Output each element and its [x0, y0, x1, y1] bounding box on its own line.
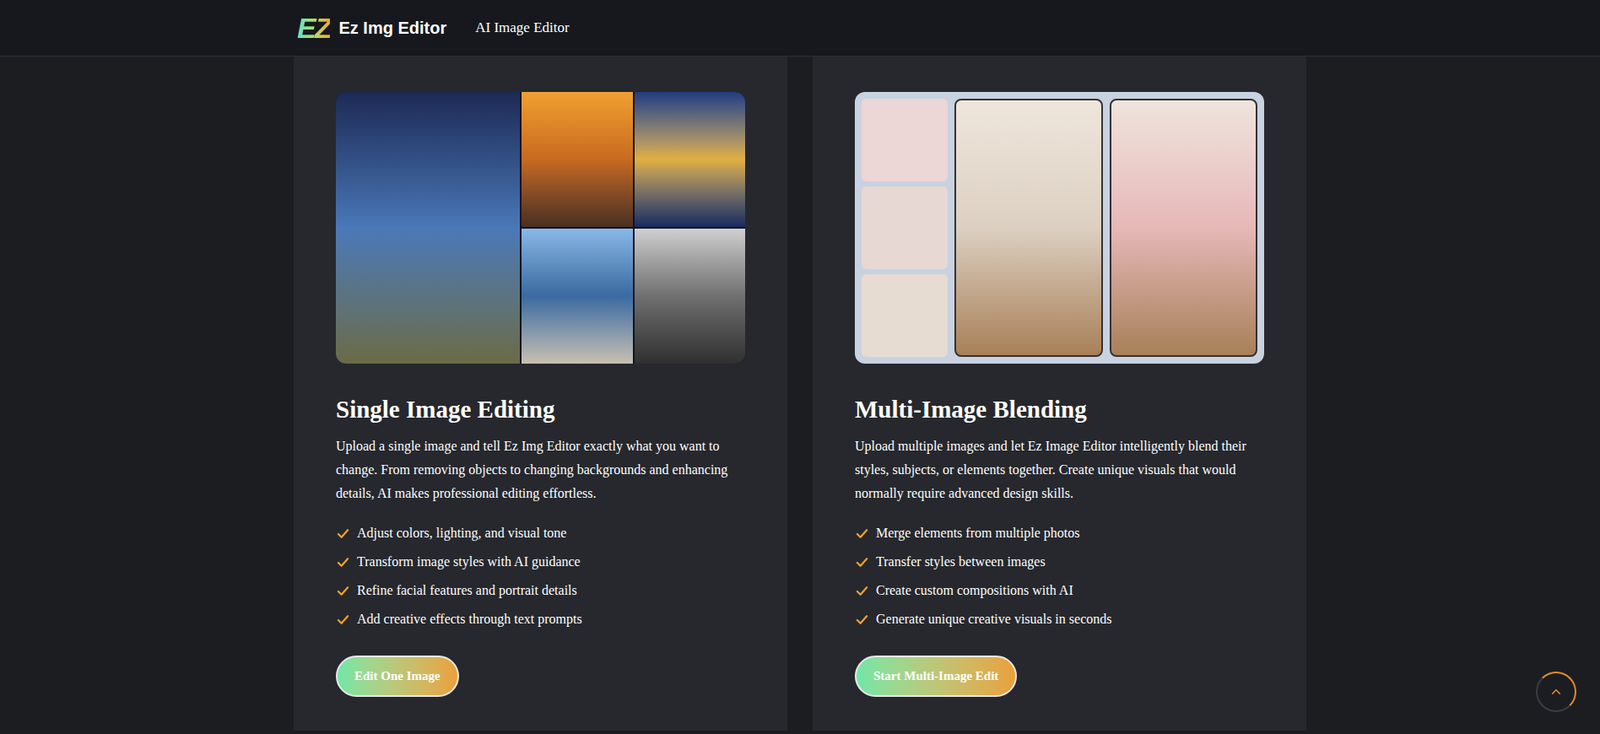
check-icon: [335, 555, 350, 569]
feature-card: Multi-Image Blending Upload multiple imag…: [812, 56, 1307, 731]
feature-item: Merge elements from multiple photos: [854, 518, 1265, 548]
feature-list: Merge elements from multiple photosTrans…: [854, 518, 1265, 634]
chevron-up-icon: [1549, 685, 1563, 699]
check-icon: [854, 612, 869, 627]
feature-card: Single Image Editing Upload a single imag…: [293, 56, 788, 731]
logo[interactable]: EZ Ez Img Editor: [297, 13, 447, 43]
brand-name: Ez Img Editor: [338, 15, 447, 41]
check-icon: [854, 555, 869, 569]
card-title: Multi-Image Blending: [854, 394, 1265, 424]
blend-preview-image: [854, 91, 1265, 364]
feature-item: Generate unique creative visuals in seco…: [854, 605, 1265, 634]
card-button[interactable]: Start Multi-Image Edit: [854, 655, 1017, 698]
feature-item: Adjust colors, lighting, and visual tone: [335, 518, 746, 548]
feature-item: Create custom compositions with AI: [854, 576, 1265, 606]
feature-item: Transform image styles with AI guidance: [335, 547, 746, 577]
check-icon: [854, 583, 869, 598]
feature-item: Transfer styles between images: [854, 547, 1265, 577]
card-title: Single Image Editing: [335, 394, 746, 424]
scroll-top-button[interactable]: [1535, 671, 1577, 713]
logo-mark: EZ: [297, 13, 330, 43]
card-description: Upload multiple images and let Ez Image …: [854, 434, 1265, 506]
card-description: Upload a single image and tell Ez Img Ed…: [335, 434, 746, 506]
check-icon: [335, 526, 350, 541]
feature-item: Add creative effects through text prompt…: [335, 605, 746, 634]
card-button[interactable]: Edit One Image: [335, 655, 460, 698]
main-nav: AI Image Editor: [475, 16, 569, 39]
feature-item: Refine facial features and portrait deta…: [335, 576, 746, 606]
check-icon: [335, 612, 350, 627]
check-icon: [335, 583, 350, 598]
nav-link[interactable]: AI Image Editor: [475, 16, 569, 39]
check-icon: [854, 526, 869, 541]
top-bar: EZ Ez Img Editor AI Image Editor: [0, 0, 1600, 57]
feature-list: Adjust colors, lighting, and visual tone…: [335, 518, 746, 634]
features-section: Single Image Editing Upload a single imag…: [293, 56, 1307, 731]
style-preview-image: [335, 91, 746, 364]
